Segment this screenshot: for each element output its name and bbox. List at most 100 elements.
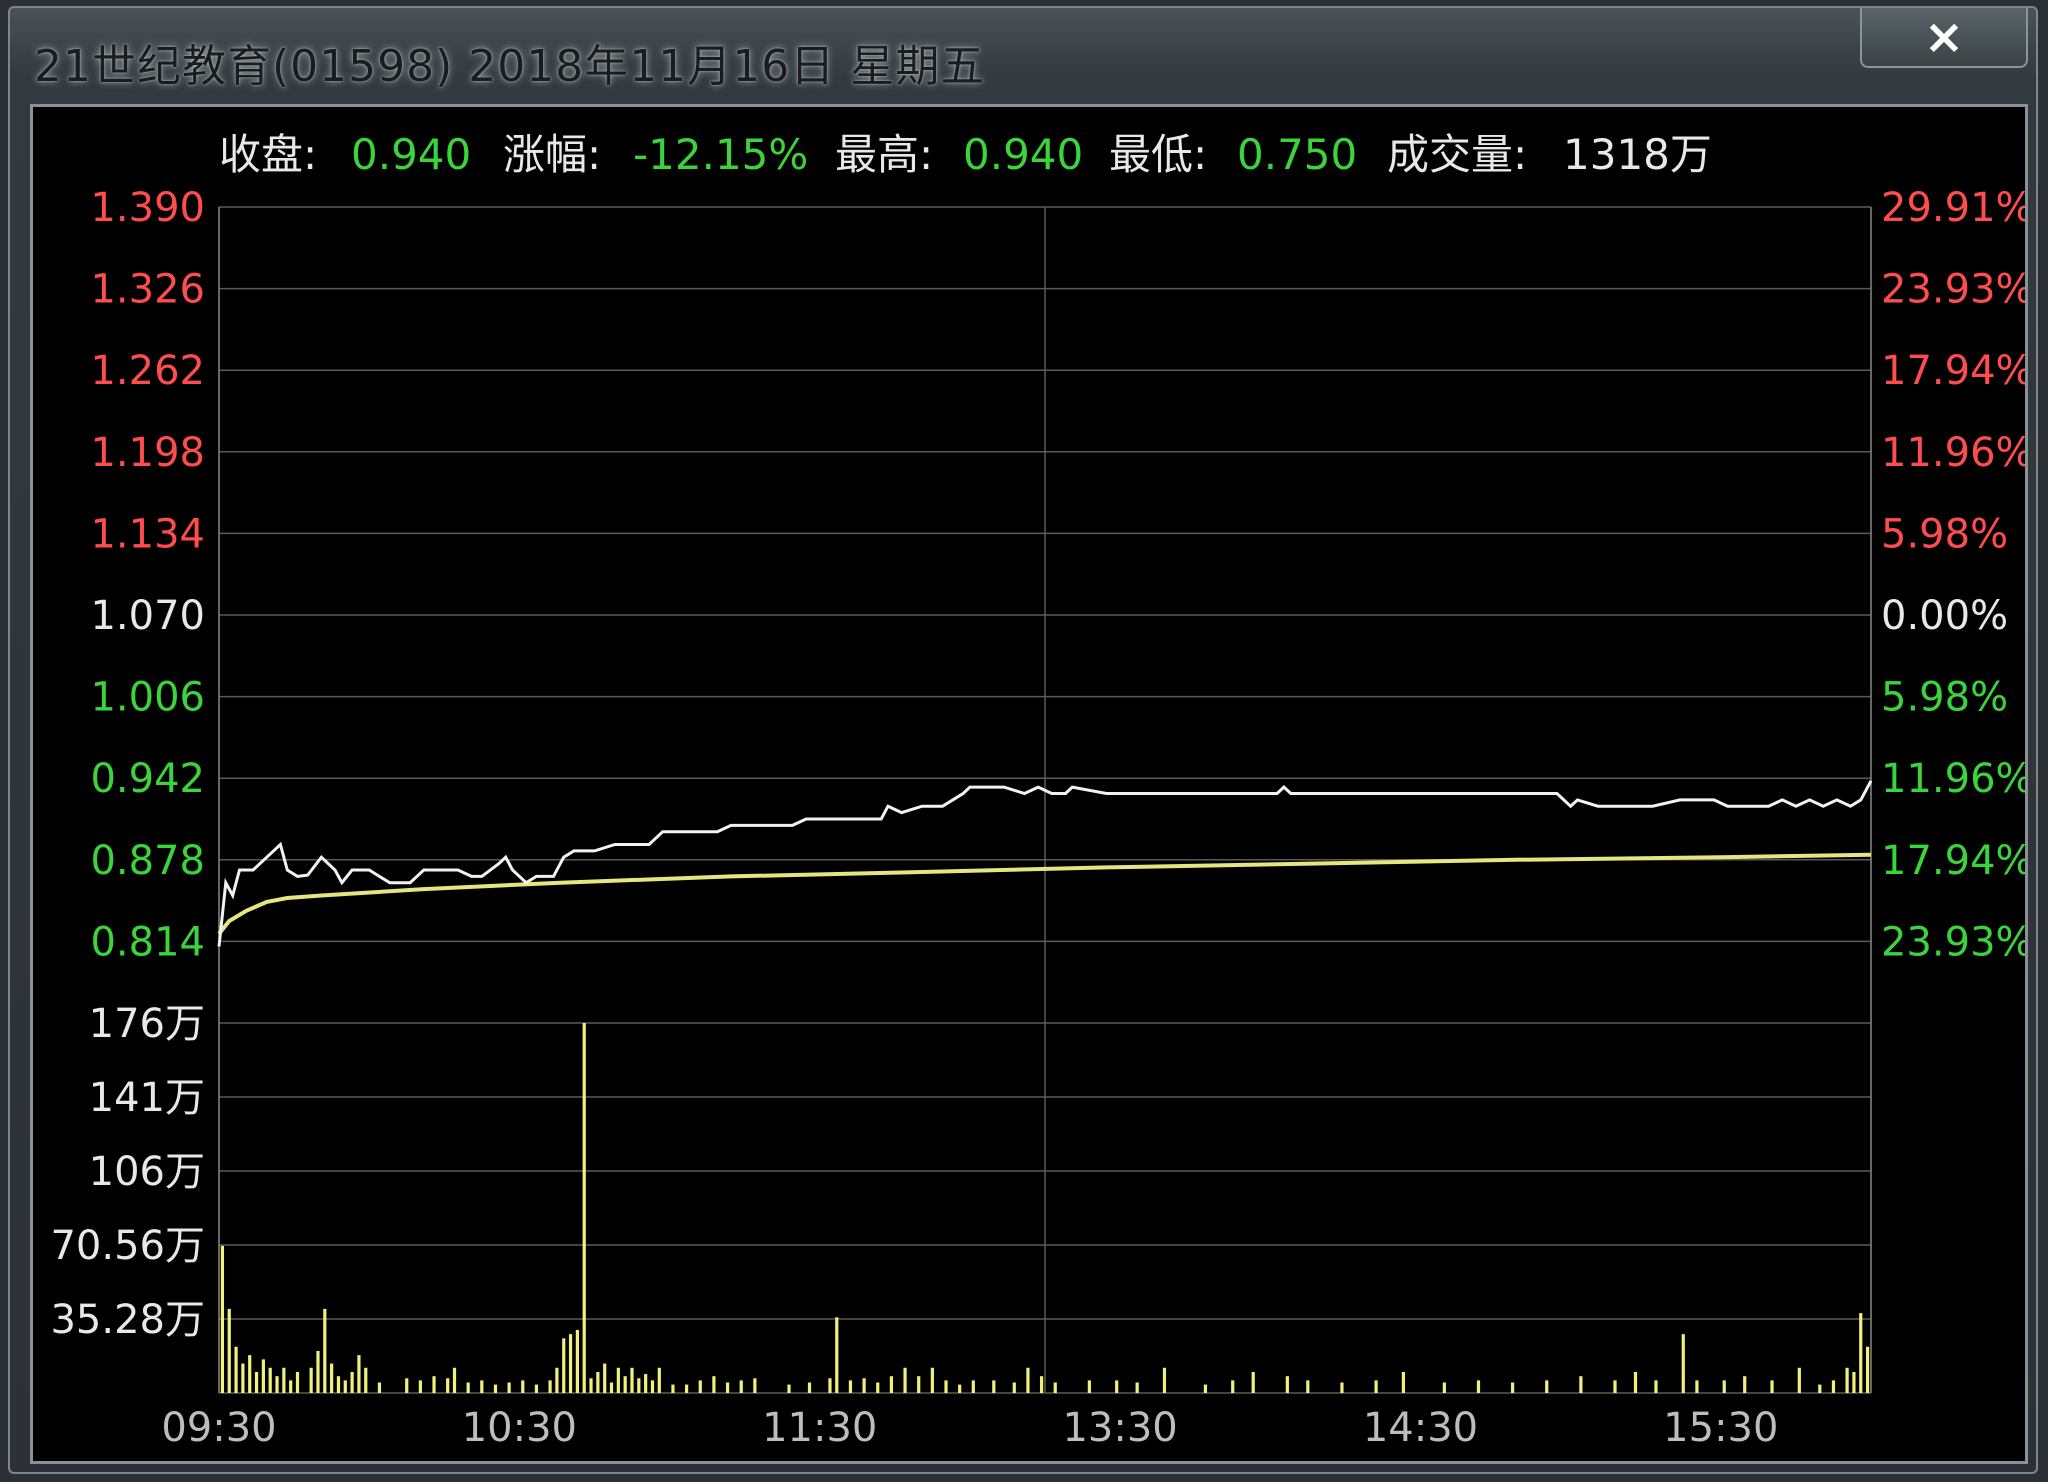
price-tick-label: 1.134 (90, 511, 205, 557)
volume-bar (234, 1346, 238, 1393)
volume-bar (828, 1378, 832, 1393)
change-value: -12.15% (633, 130, 808, 179)
price-tick-label: 0.814 (90, 919, 205, 965)
volume-bar (1026, 1367, 1030, 1393)
volume-bar (1306, 1380, 1310, 1393)
volume-bar (848, 1380, 853, 1393)
time-tick-label: 13:30 (1062, 1405, 1177, 1451)
grid-lines (218, 206, 1872, 1394)
volume-bar (568, 1334, 573, 1393)
volume-bar (1476, 1380, 1481, 1393)
volume-bar (712, 1376, 716, 1393)
price-tick-label: 1.006 (90, 675, 205, 721)
percent-tick-label: 0.00% (1881, 593, 2008, 639)
volume-bar (917, 1376, 921, 1393)
volume-bar (862, 1378, 866, 1393)
chart-panel: 收盘: 0.940 涨幅: -12.15% 最高: 0.940 最低: 0.75… (30, 104, 2028, 1464)
volume-bar (1633, 1371, 1638, 1393)
percent-tick-label: 11.96% (1881, 430, 2025, 476)
volume-value: 1318万 (1563, 130, 1712, 179)
volume-bar (685, 1384, 689, 1393)
low-label: 最低: (1109, 130, 1207, 179)
time-tick-label: 10:30 (462, 1405, 577, 1451)
price-tick-label: 1.390 (90, 185, 205, 231)
time-axis-labels: 09:30 10:30 11:30 13:30 14:30 15:30 (161, 1405, 1778, 1451)
volume-bar (1285, 1376, 1289, 1393)
title-bar[interactable]: 21世纪教育(01598) 2018年11月16日 星期五 × (10, 8, 2036, 104)
volume-bar (446, 1378, 450, 1393)
volume-bar (1162, 1367, 1167, 1393)
volume-bar (807, 1382, 812, 1393)
volume-bar (575, 1329, 579, 1393)
volume-bar (1859, 1313, 1863, 1393)
volume-bar (1442, 1382, 1446, 1393)
volume-label: 成交量: (1387, 130, 1527, 179)
volume-bar (295, 1371, 300, 1393)
volume-bar (534, 1384, 539, 1393)
volume-bar (282, 1367, 286, 1393)
percent-tick-label: 5.98% (1881, 511, 2008, 557)
time-tick-label: 09:30 (161, 1405, 276, 1451)
volume-tick-label: 70.56万 (50, 1223, 205, 1269)
volume-bar (1681, 1334, 1685, 1393)
volume-bar (637, 1378, 641, 1393)
volume-bar (555, 1367, 559, 1393)
volume-bar (268, 1367, 272, 1393)
volume-bar (1374, 1380, 1378, 1393)
volume-bar (1845, 1367, 1849, 1393)
percent-tick-label: 29.91% (1881, 185, 2025, 231)
volume-bar (958, 1384, 962, 1393)
volume-bar (466, 1382, 470, 1393)
volume-bar (521, 1380, 525, 1393)
volume-bar (698, 1380, 702, 1393)
volume-bar (609, 1382, 614, 1393)
volume-bar (630, 1367, 634, 1393)
low-value: 0.750 (1237, 130, 1357, 179)
volume-bar (1401, 1371, 1405, 1393)
volume-bar (1251, 1371, 1255, 1393)
volume-bar (1722, 1380, 1726, 1393)
volume-tick-label: 35.28万 (50, 1297, 205, 1343)
volume-bar (903, 1367, 907, 1393)
volume-bar (254, 1371, 259, 1393)
close-label: 收盘: (219, 130, 317, 179)
volume-bar (992, 1380, 996, 1393)
volume-bar (241, 1363, 245, 1393)
volume-bar (876, 1382, 880, 1393)
volume-bar (1831, 1380, 1836, 1393)
volume-bar (316, 1350, 320, 1393)
volume-bar (343, 1380, 347, 1393)
volume-bar (623, 1376, 627, 1393)
high-value: 0.940 (963, 130, 1083, 179)
volume-bar (1511, 1382, 1515, 1393)
high-label: 最高: (835, 130, 933, 179)
volume-bar (1695, 1380, 1699, 1393)
volume-bar (1865, 1346, 1870, 1393)
volume-bar (562, 1338, 566, 1393)
volume-bar (1818, 1384, 1822, 1393)
volume-bar (1087, 1380, 1091, 1393)
volume-bar (1135, 1382, 1139, 1393)
volume-bar (1579, 1376, 1583, 1393)
price-tick-label: 0.878 (90, 838, 205, 884)
close-value: 0.940 (351, 130, 471, 179)
price-tick-label: 0.942 (90, 756, 205, 802)
volume-bar (1203, 1384, 1208, 1393)
percent-tick-label: 23.93% (1881, 919, 2025, 965)
volume-bar (1545, 1380, 1549, 1393)
volume-bar (944, 1380, 948, 1393)
volume-tick-label: 176万 (89, 1001, 205, 1047)
percent-tick-label: 5.98% (1881, 675, 2008, 721)
close-button[interactable]: × (1860, 8, 2028, 68)
time-tick-label: 14:30 (1363, 1405, 1478, 1451)
volume-bar (309, 1367, 313, 1393)
volume-bar (603, 1363, 607, 1393)
window-title: 21世纪教育(01598) 2018年11月16日 星期五 (34, 41, 986, 92)
volume-bar (787, 1384, 791, 1393)
volume-bar (1340, 1382, 1344, 1393)
volume-bar (835, 1317, 839, 1393)
time-tick-label: 11:30 (762, 1405, 877, 1451)
percent-tick-label: 17.94% (1881, 348, 2025, 394)
volume-bar (644, 1374, 648, 1393)
volume-bar (616, 1367, 620, 1393)
